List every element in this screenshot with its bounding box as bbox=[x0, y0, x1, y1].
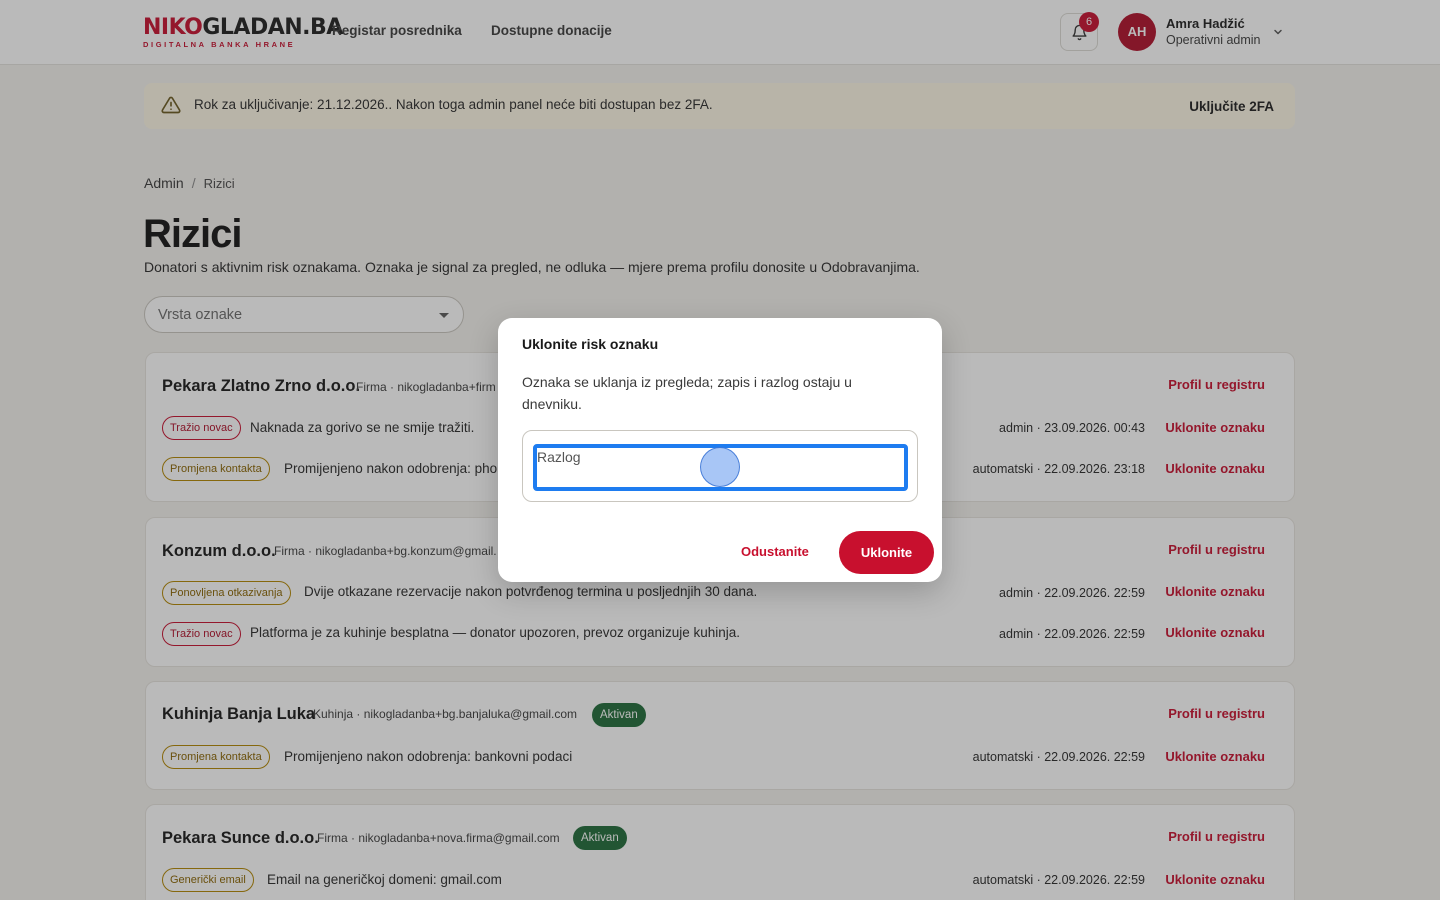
reason-input-placeholder: Razlog bbox=[537, 449, 581, 465]
dialog-description: Oznaka se uklanja iz pregleda; zapis i r… bbox=[522, 374, 852, 412]
dialog-title: Uklonite risk oznaku bbox=[522, 336, 659, 352]
cancel-button[interactable]: Odustanite bbox=[741, 544, 809, 559]
confirm-remove-button[interactable]: Uklonite bbox=[839, 531, 934, 574]
click-indicator bbox=[700, 447, 740, 487]
